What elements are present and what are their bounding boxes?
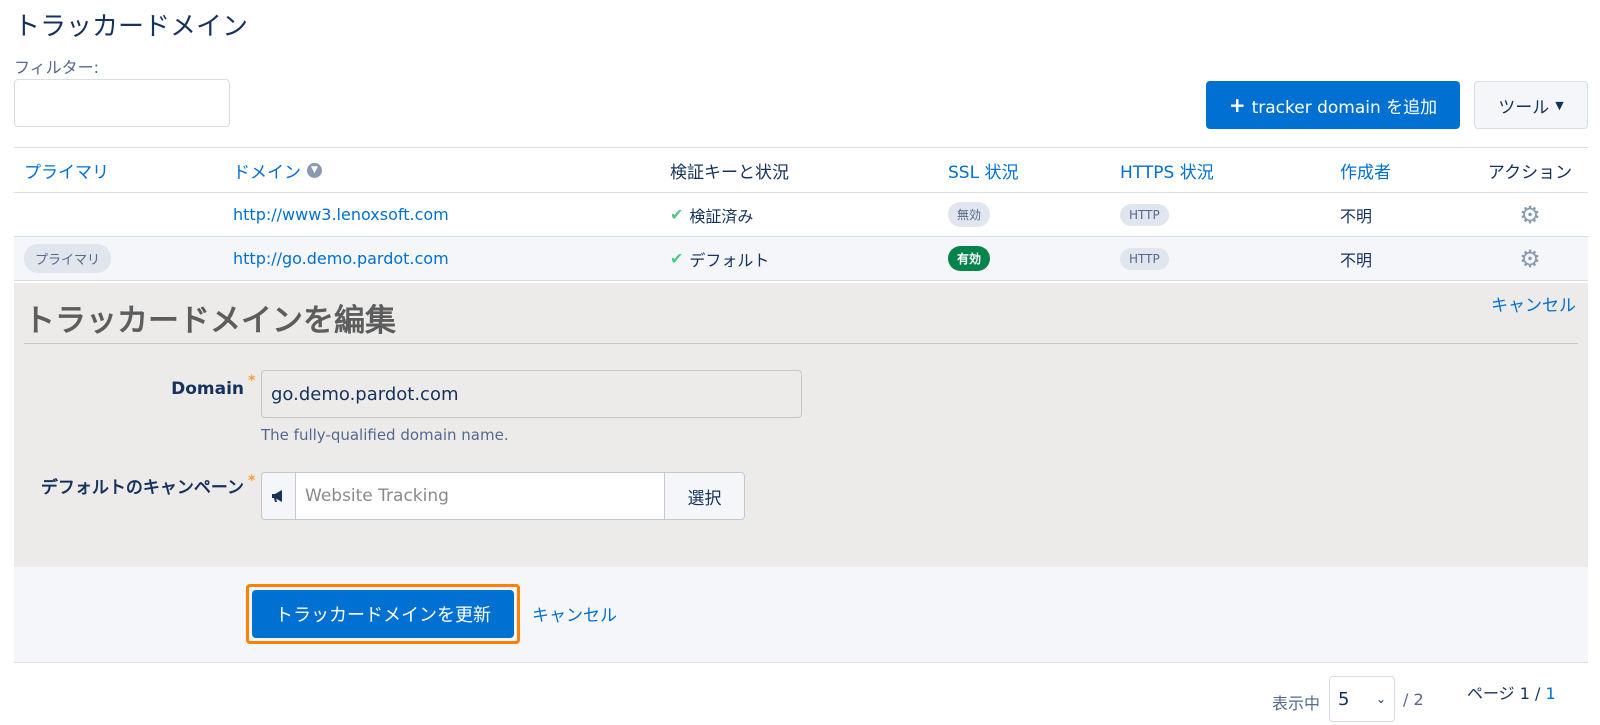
table-row: プライマリ http://go.demo.pardot.com ✔ デフォルト 有…: [14, 237, 1588, 281]
https-cell: HTTP: [1120, 237, 1169, 280]
ssl-cell: 有効: [948, 237, 991, 280]
verification-cell: ✔ デフォルト: [670, 237, 769, 280]
https-status-badge: HTTP: [1120, 247, 1169, 270]
https-cell: HTTP: [1120, 193, 1169, 236]
page-size-value: 5: [1338, 688, 1350, 710]
gear-icon[interactable]: ⚙: [1519, 245, 1541, 273]
default-campaign-label: デフォルトのキャンペーン: [40, 478, 244, 498]
check-icon: ✔: [670, 205, 684, 224]
ssl-status-badge: 無効: [948, 202, 991, 227]
column-header-actions: アクション: [1487, 162, 1573, 183]
https-status-badge: HTTP: [1120, 203, 1169, 226]
column-header-primary[interactable]: プライマリ: [24, 148, 109, 192]
column-header-ssl[interactable]: SSL 状況: [948, 148, 1018, 192]
campaign-input[interactable]: Website Tracking: [295, 472, 665, 520]
megaphone-icon: [261, 472, 295, 520]
tools-button-label: ツール: [1498, 97, 1550, 118]
primary-badge: プライマリ: [24, 244, 112, 273]
pager-total: / 2: [1403, 690, 1424, 709]
verification-status: 検証済み: [689, 206, 754, 226]
edit-divider: [24, 343, 1578, 344]
update-button-highlight: トラッカードメインを更新: [246, 584, 520, 644]
tools-button[interactable]: ツール ▼: [1474, 81, 1588, 129]
column-header-https[interactable]: HTTPS 状況: [1120, 148, 1214, 192]
table-row: http://www3.lenoxsoft.com ✔ 検証済み 無効 HTTP …: [14, 193, 1588, 237]
column-header-domain-label: ドメイン: [233, 162, 301, 183]
domain-cell: http://www3.lenoxsoft.com: [233, 193, 449, 236]
required-marker: *: [248, 373, 256, 389]
chevron-down-icon: ⌄: [1375, 692, 1386, 706]
add-tracker-domain-button[interactable]: + tracker domain を追加: [1206, 81, 1460, 129]
verification-status: デフォルト: [689, 250, 770, 270]
primary-cell: プライマリ: [24, 237, 112, 280]
campaign-picker: Website Tracking 選択: [261, 472, 745, 520]
filter-input[interactable]: [14, 79, 230, 127]
tracker-domain-table: プライマリ ドメイン ▼ 検証キーと状況 SSL 状況 HTTPS 状況 作成者…: [14, 147, 1588, 281]
domain-help-text: The fully-qualified domain name.: [261, 426, 509, 444]
check-icon: ✔: [670, 249, 684, 268]
ssl-cell: 無効: [948, 193, 991, 236]
gear-icon[interactable]: ⚙: [1519, 201, 1541, 229]
column-header-creator[interactable]: 作成者: [1340, 148, 1391, 192]
actions-cell: ⚙: [1472, 237, 1588, 280]
edit-panel-title: トラッカードメインを編集: [24, 303, 396, 339]
column-header-domain[interactable]: ドメイン ▼: [233, 148, 322, 192]
last-page-link[interactable]: 1: [1546, 684, 1556, 703]
verification-cell: ✔ 検証済み: [670, 193, 753, 236]
update-tracker-domain-button[interactable]: トラッカードメインを更新: [252, 590, 514, 638]
domain-cell: http://go.demo.pardot.com: [233, 237, 449, 280]
creator-cell: 不明: [1340, 206, 1373, 226]
domain-link[interactable]: http://go.demo.pardot.com: [233, 249, 449, 268]
page-title: トラッカードメイン: [14, 12, 249, 42]
bottom-cancel-link[interactable]: キャンセル: [532, 601, 617, 626]
table-header-row: プライマリ ドメイン ▼ 検証キーと状況 SSL 状況 HTTPS 状況 作成者…: [14, 147, 1588, 193]
add-button-label: tracker domain を追加: [1251, 97, 1438, 118]
filter-label: フィルター:: [14, 58, 100, 77]
actions-cell: ⚙: [1472, 193, 1588, 236]
edit-tracker-domain-panel: トラッカードメインを編集 キャンセル Domain * go.demo.pard…: [14, 283, 1588, 567]
sort-down-icon[interactable]: ▼: [307, 162, 322, 178]
caret-down-icon: ▼: [1555, 98, 1564, 112]
plus-icon: +: [1228, 93, 1246, 117]
pager-page-indicator: ページ 1 / 1: [1467, 680, 1556, 704]
page-size-select[interactable]: 5 ⌄: [1329, 676, 1395, 722]
ssl-status-badge: 有効: [948, 246, 991, 271]
page-label: ページ 1 /: [1467, 684, 1541, 703]
pager-showing-label: 表示中: [1272, 694, 1321, 713]
domain-label: Domain: [171, 379, 244, 399]
column-header-verification: 検証キーと状況: [670, 162, 789, 183]
required-marker: *: [248, 473, 256, 489]
domain-link[interactable]: http://www3.lenoxsoft.com: [233, 205, 449, 224]
campaign-select-button[interactable]: 選択: [665, 472, 745, 520]
form-action-bar: トラッカードメインを更新 キャンセル: [14, 567, 1588, 663]
creator-cell: 不明: [1340, 250, 1373, 270]
edit-cancel-link[interactable]: キャンセル: [1491, 291, 1576, 316]
domain-input[interactable]: go.demo.pardot.com: [261, 370, 802, 418]
